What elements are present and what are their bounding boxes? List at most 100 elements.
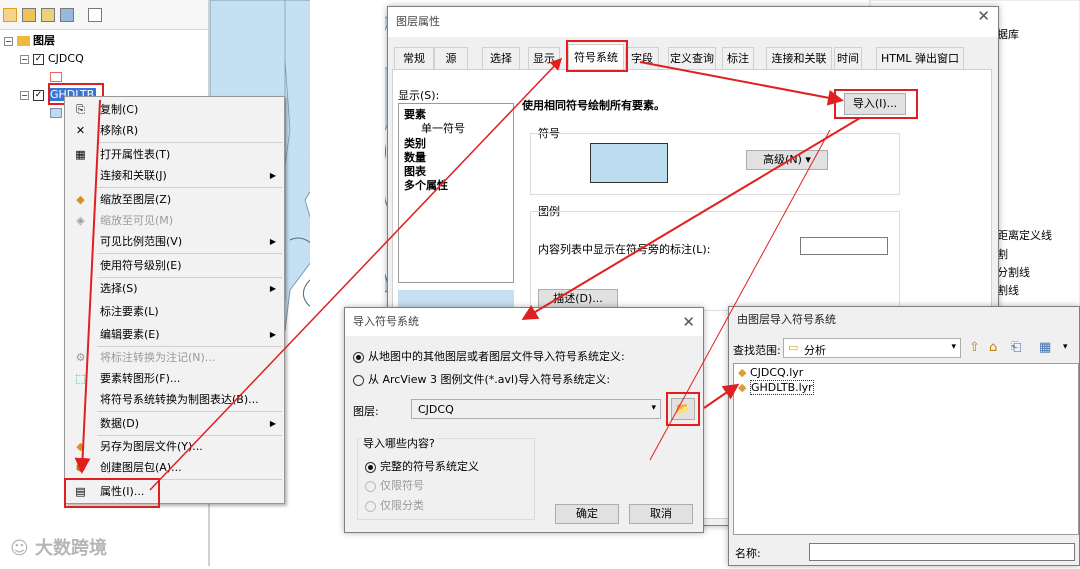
view-options-icon[interactable]: ▦ — [1039, 340, 1051, 355]
option-label: 仅限符号 — [380, 479, 424, 492]
chevron-down-icon[interactable]: ▾ — [1063, 342, 1068, 352]
tab-display[interactable]: 显示 — [528, 47, 560, 69]
tab-definition-query[interactable]: 定义查询 — [668, 47, 716, 69]
what-option-classes: 仅限分类 — [365, 497, 424, 513]
cancel-button[interactable]: 取消 — [629, 504, 693, 524]
layer-select[interactable]: CJDCQ ▾ — [411, 399, 661, 419]
tree-item[interactable]: 多个属性 — [404, 177, 448, 193]
file-item[interactable]: ◆ CJDCQ.lyr — [738, 366, 803, 379]
close-icon[interactable]: ✕ — [682, 308, 695, 336]
dialog-title: 图层属性 — [388, 7, 998, 37]
submenu-arrow-icon: ▶ — [269, 171, 276, 180]
layer-file-icon: ◆ — [738, 381, 747, 394]
advanced-button[interactable]: 高级(N) ▾ — [746, 150, 828, 170]
visibility-checkbox[interactable]: ✓ — [33, 53, 44, 65]
menu-item-selection[interactable]: 选择(S) ▶ — [65, 278, 284, 299]
menu-item-data[interactable]: 数据(D) ▶ — [65, 413, 284, 434]
import-what-label: 导入哪些内容? — [361, 435, 437, 451]
collapse-icon[interactable]: − — [20, 54, 29, 64]
menu-item-visible-scale[interactable]: 可见比例范围(V) ▶ — [65, 231, 284, 252]
menu-item-layer-package[interactable]: ⬢ 创建图层包(A)... — [65, 457, 284, 478]
layer-file-icon: ◆ — [738, 366, 747, 379]
collapse-icon[interactable]: − — [20, 90, 29, 100]
menu-label: 可见比例范围(V) — [100, 235, 183, 248]
legend-label: 内容列表中显示在符号旁的标注(L): — [538, 243, 711, 256]
zoom-layer-icon: ◆ — [76, 193, 85, 206]
option-from-avl[interactable]: 从 ArcView 3 图例文件(*.avl)导入符号系统定义: — [353, 371, 610, 387]
layer-symbol-swatch — [50, 72, 62, 82]
radio-icon — [365, 480, 376, 492]
tree-item[interactable]: 单一符号 — [421, 120, 465, 136]
options-icon[interactable] — [88, 8, 102, 22]
menu-label: 连接和关联(J) — [100, 169, 167, 182]
radio-icon[interactable] — [365, 461, 376, 473]
tree-layer-cjdcq[interactable]: − ✓ CJDCQ — [20, 50, 84, 68]
what-option-complete[interactable]: 完整的符号系统定义 — [365, 458, 479, 474]
home-icon[interactable]: ⌂ — [989, 340, 997, 355]
menu-item-feature-to-graphic[interactable]: ⬚ 要素转图形(F)... — [65, 368, 284, 389]
menu-item-symbol-levels[interactable]: 使用符号级别(E) — [65, 255, 284, 276]
menu-label: 将符号系统转换为制图表达(B)... — [100, 393, 259, 406]
tab-general[interactable]: 常规 — [394, 47, 434, 69]
option-label: 从地图中的其他图层或者图层文件导入符号系统定义: — [368, 350, 625, 363]
menu-item-edit-features[interactable]: 编辑要素(E) ▶ — [65, 324, 284, 345]
visibility-checkbox[interactable]: ✓ — [33, 89, 44, 101]
legend-label-field[interactable] — [800, 237, 888, 255]
menu-item-copy[interactable]: ⎘ 复制(C) — [65, 99, 284, 120]
file-item[interactable]: ◆ GHDLTB.lyr — [738, 380, 814, 395]
menu-label: 缩放至可见(M) — [100, 214, 174, 227]
option-label: 仅限分类 — [380, 499, 424, 512]
layer-label: 图层: — [353, 405, 379, 418]
dropdown-arrow-icon: ▾ — [805, 153, 811, 166]
dialog-title: 导入符号系统 — [345, 308, 703, 336]
table-icon: ▦ — [75, 148, 86, 161]
submenu-arrow-icon: ▶ — [269, 330, 276, 339]
tab-selection[interactable]: 选择 — [482, 47, 520, 69]
menu-item-zoom-layer[interactable]: ◆ 缩放至图层(Z) — [65, 189, 284, 210]
highlight-box — [566, 40, 628, 72]
tree-root[interactable]: − 图层 — [4, 32, 55, 50]
tab-fields[interactable]: 字段 — [625, 47, 659, 69]
list-by-selection-icon[interactable] — [60, 8, 74, 22]
feature-graphic-icon: ⬚ — [75, 372, 86, 385]
list-by-drawing-order-icon[interactable] — [3, 8, 17, 22]
chevron-down-icon: ▾ — [951, 342, 956, 352]
menu-label: 数据(D) — [100, 417, 140, 430]
menu-item-remove[interactable]: ✕ 移除(R) — [65, 120, 284, 141]
radio-icon[interactable] — [353, 374, 364, 386]
tab-labels[interactable]: 标注 — [722, 47, 754, 69]
menu-item-save-layer[interactable]: ◆ 另存为图层文件(Y)... — [65, 436, 284, 457]
menu-item-label-features[interactable]: 标注要素(L) — [65, 301, 284, 322]
connect-folder-icon[interactable]: ⎗ — [1011, 340, 1021, 355]
menu-label: 创建图层包(A)... — [100, 461, 182, 474]
ok-button[interactable]: 确定 — [555, 504, 619, 524]
tab-source[interactable]: 源 — [434, 47, 468, 69]
context-menu: ⎘ 复制(C) ✕ 移除(R) ▦ 打开属性表(T) 连接和关联(J) ▶ ◆ 缩放至图层… — [64, 96, 285, 504]
menu-item-open-table[interactable]: ▦ 打开属性表(T) — [65, 144, 284, 165]
menu-item-convert-symbology[interactable]: 将符号系统转换为制图表达(B)... — [65, 389, 284, 410]
list-by-source-icon[interactable] — [22, 8, 36, 22]
describe-button[interactable]: 描述(D)... — [538, 289, 618, 309]
menu-label: 另存为图层文件(Y)... — [100, 440, 203, 453]
symbol-swatch[interactable] — [590, 143, 668, 183]
option-from-layer[interactable]: 从地图中的其他图层或者图层文件导入符号系统定义: — [353, 348, 625, 364]
menu-item-zoom-visible: ◈ 缩放至可见(M) — [65, 210, 284, 231]
tab-html-popup[interactable]: HTML 弹出窗口 — [876, 47, 964, 69]
menu-item-joins[interactable]: 连接和关联(J) ▶ — [65, 165, 284, 186]
radio-icon[interactable] — [353, 351, 364, 363]
import-symbology-dialog: 导入符号系统 ✕ 从地图中的其他图层或者图层文件导入符号系统定义: 从 ArcV… — [344, 307, 704, 533]
tab-joins[interactable]: 连接和关联 — [766, 47, 832, 69]
name-field[interactable] — [809, 543, 1075, 561]
close-icon[interactable]: ✕ — [977, 7, 990, 25]
list-by-visibility-icon[interactable] — [41, 8, 55, 22]
menu-label: 打开属性表(T) — [100, 148, 171, 161]
look-in-select[interactable]: ▭ 分析 ▾ — [783, 338, 961, 358]
look-in-value: 分析 — [804, 344, 826, 357]
highlight-box — [834, 89, 918, 119]
up-folder-icon[interactable]: ⇧ — [969, 340, 980, 355]
collapse-icon[interactable]: − — [4, 36, 13, 46]
highlight-box — [666, 392, 700, 426]
layer-symbol-swatch — [50, 108, 62, 118]
submenu-arrow-icon: ▶ — [269, 237, 276, 246]
tab-time[interactable]: 时间 — [834, 47, 862, 69]
